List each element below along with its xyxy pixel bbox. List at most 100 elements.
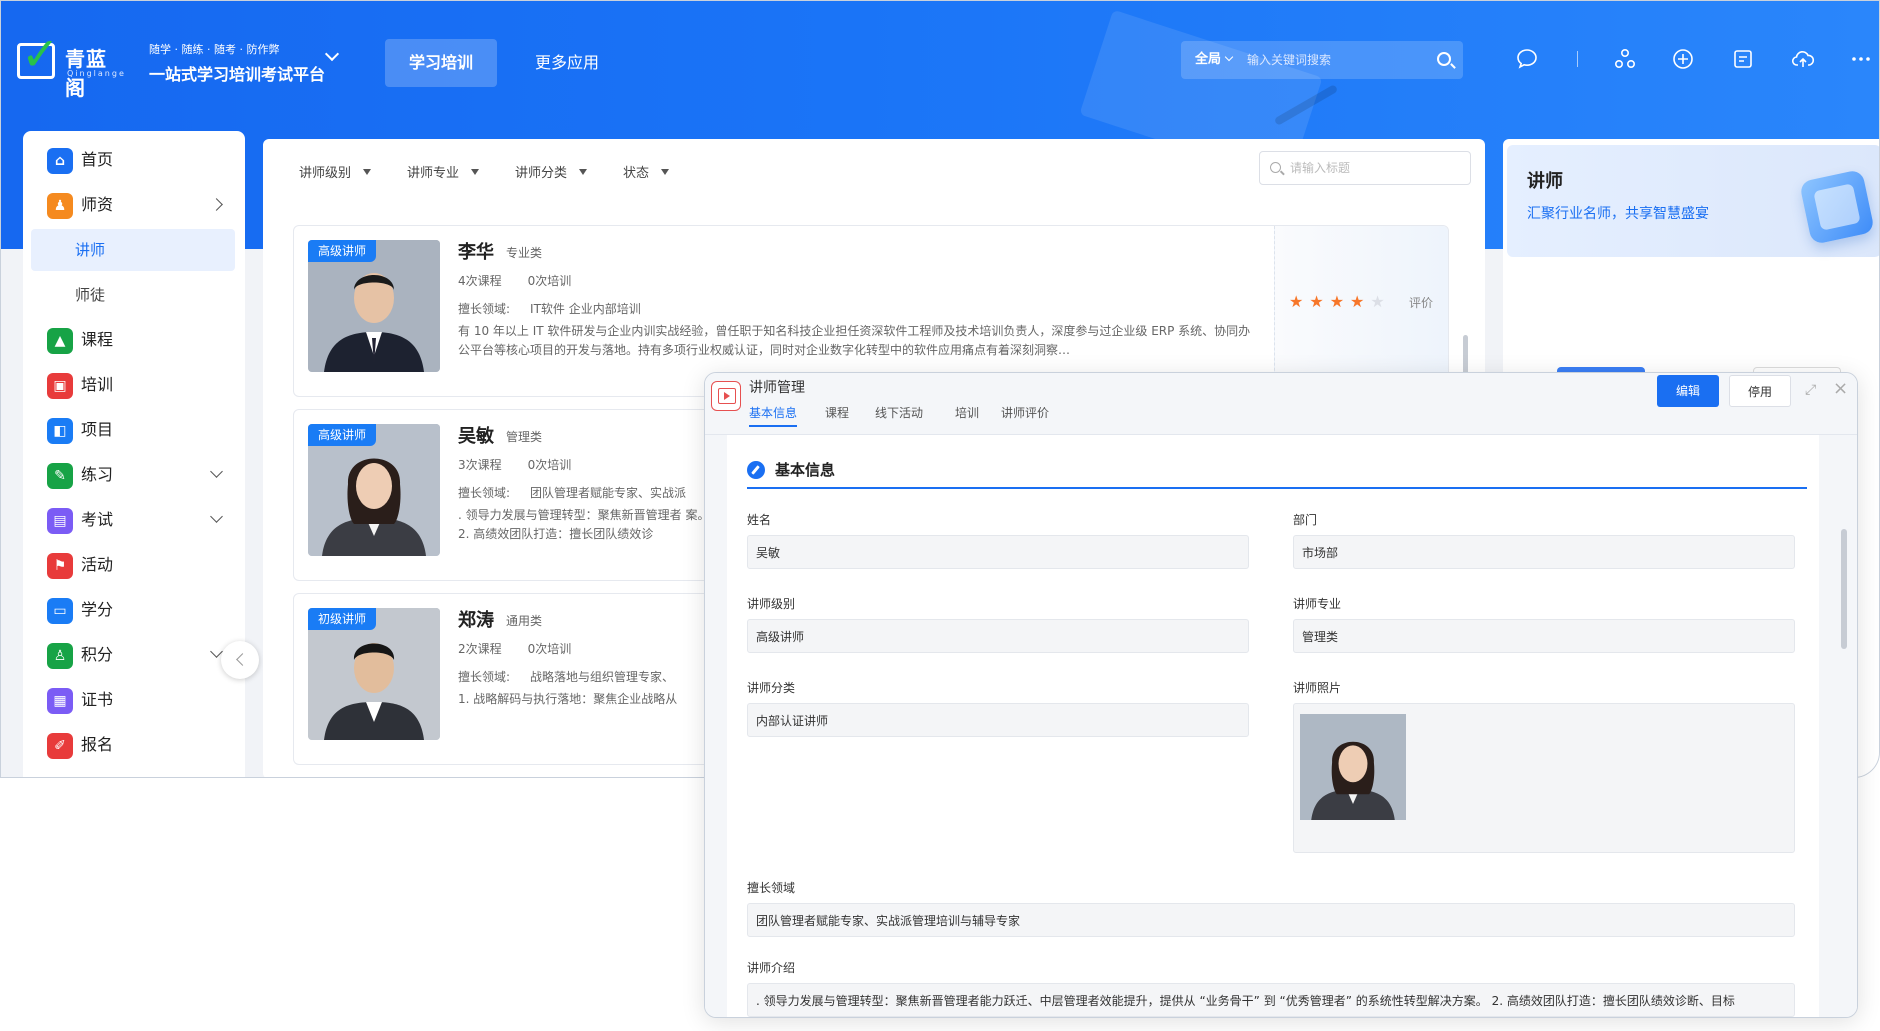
photo-field[interactable]: [1293, 703, 1795, 853]
filter-lecturer-level[interactable]: 讲师级别: [299, 159, 372, 189]
calculator-illustration-icon: [1799, 169, 1875, 245]
sidebar-item-certificate[interactable]: ▦ 证书: [23, 679, 245, 721]
expand-icon[interactable]: ⤢: [1805, 383, 1819, 397]
sidebar-item-training[interactable]: ▣ 培训: [23, 364, 245, 406]
sidebar-item-project[interactable]: ◧ 项目: [23, 409, 245, 451]
sidebar-item-home[interactable]: ⌂ 首页: [23, 139, 245, 181]
filter-lecturer-class[interactable]: 讲师分类: [515, 159, 588, 189]
expertise-label: 擅长领域: [747, 881, 796, 895]
star-empty-icon: ★: [1370, 292, 1391, 311]
star-icon: ★: [1309, 292, 1330, 311]
caret-down-icon: [661, 169, 670, 175]
field-value: IT软件 企业内部培训: [530, 302, 641, 316]
detail-tab-basic-info[interactable]: 基本信息: [749, 399, 798, 427]
platform-slogan: 随学 · 随练 · 随考 · 防作弊 一站式学习培训考试平台: [149, 41, 325, 85]
level-badge: 高级讲师: [308, 240, 377, 262]
lecturer-name[interactable]: 李华: [458, 238, 494, 264]
detail-form: 基本信息 姓名 吴敏 部门 市场部 讲师级别 高级讲师 讲师专业 管理类 讲师分…: [727, 435, 1819, 1017]
detail-tab-courses[interactable]: 课程: [825, 399, 849, 427]
sidebar-item-course[interactable]: ▲ 课程: [23, 319, 245, 361]
sidebar-item-label: 考试: [81, 510, 114, 529]
search-icon[interactable]: [1437, 52, 1451, 66]
caret-down-icon: [363, 169, 372, 175]
slogan-line-2: 一站式学习培训考试平台: [149, 65, 326, 84]
sidebar-item-credits[interactable]: ▭ 学分: [23, 589, 245, 631]
lecturer-field: 擅长领域: 战略落地与组织管理专家、: [458, 668, 674, 685]
nav-tab-more-apps[interactable]: 更多应用: [511, 39, 623, 87]
lecturer-name[interactable]: 郑涛: [458, 606, 494, 632]
more-icon[interactable]: [1849, 47, 1873, 71]
global-search-input[interactable]: [1247, 41, 1427, 79]
lecturer-detail-window: 讲师管理 基本信息 课程 线下活动 培训 讲师评价 编辑 停用 ⤢ × 基本信息…: [704, 372, 1858, 1018]
add-circle-icon[interactable]: [1671, 47, 1695, 71]
field-label: 擅长领域:: [458, 486, 511, 500]
task-icon[interactable]: [1731, 47, 1755, 71]
nav-tab-learning-training[interactable]: 学习培训: [385, 39, 497, 87]
sidebar-item-label: 报名: [81, 735, 114, 754]
sidebar-item-points[interactable]: ♙ 积分: [23, 634, 245, 676]
department-label: 部门: [1293, 513, 1318, 527]
chevron-down-icon: [1224, 52, 1234, 62]
lecturer-name[interactable]: 吴敏: [458, 422, 494, 448]
detail-scrollbar[interactable]: [1841, 529, 1847, 649]
sidebar-item-mentorship[interactable]: 师徒: [23, 274, 245, 316]
platform-switch-chevron-icon[interactable]: [324, 46, 340, 62]
close-icon[interactable]: ×: [1833, 380, 1849, 398]
video-app-icon: [711, 381, 741, 411]
star-icon: ★: [1329, 292, 1351, 311]
detail-header: 讲师管理 基本信息 课程 线下活动 培训 讲师评价 编辑 停用 ⤢ ×: [705, 373, 1857, 435]
expertise-field[interactable]: 团队管理者赋能专家、实战派管理培训与辅导专家: [747, 903, 1795, 937]
edit-button[interactable]: 编辑: [1657, 375, 1719, 407]
field-value: 团队管理者赋能专家、实战派: [530, 486, 687, 500]
apps-icon[interactable]: [1613, 47, 1637, 71]
sidebar: ⌂ 首页 ♟ 师资 讲师 师徒 ▲ 课程 ▣ 培训 ◧ 项目 ✎ 练习 ▤ 考试…: [23, 131, 245, 777]
rating-label[interactable]: 评价: [1409, 294, 1433, 311]
upload-icon[interactable]: [1791, 47, 1815, 71]
slogan-line-1: 随学 · 随练 · 随考 · 防作弊: [149, 43, 280, 56]
sidebar-item-exam[interactable]: ▤ 考试: [23, 499, 245, 541]
department-field[interactable]: 市场部: [1293, 535, 1795, 569]
filter-label: 状态: [623, 166, 650, 181]
detail-tab-training[interactable]: 培训: [955, 399, 979, 427]
training-count: 0次培训: [527, 642, 572, 656]
edit-pen-icon: [747, 461, 765, 479]
sidebar-collapse-button[interactable]: [221, 641, 259, 679]
sidebar-item-practice[interactable]: ✎ 练习: [23, 454, 245, 496]
detail-tab-offline-activities[interactable]: 线下活动: [875, 399, 923, 427]
major-field[interactable]: 管理类: [1293, 619, 1795, 653]
level-field[interactable]: 高级讲师: [747, 619, 1249, 653]
sidebar-item-lecturer[interactable]: 讲师: [31, 229, 235, 271]
sidebar-item-activity[interactable]: ⚑ 活动: [23, 544, 245, 586]
classification-label: 讲师分类: [747, 681, 796, 695]
detail-tab-reviews[interactable]: 讲师评价: [1001, 399, 1049, 427]
sidebar-item-signup[interactable]: ✐ 报名: [23, 724, 245, 766]
filter-status[interactable]: 状态: [623, 159, 670, 189]
chevron-down-icon: [210, 510, 223, 523]
photo-label: 讲师照片: [1293, 681, 1342, 695]
sidebar-item-label: 首页: [81, 150, 114, 169]
chat-icon[interactable]: [1515, 47, 1539, 71]
chevron-down-icon: [210, 465, 223, 478]
field-label: 擅长领域:: [458, 670, 511, 684]
intro-field[interactable]: . 领导力发展与管理转型：聚焦新晋管理者能力跃迁、中层管理者效能提升，提供从 “…: [747, 983, 1795, 1017]
name-field[interactable]: 吴敏: [747, 535, 1249, 569]
app-logo[interactable]: ✓ 青蓝阁 Qinglange: [17, 31, 127, 100]
search-scope-select[interactable]: 全局: [1195, 41, 1234, 79]
filter-label: 讲师专业: [407, 166, 460, 181]
disable-button[interactable]: 停用: [1729, 375, 1791, 407]
title-search-input[interactable]: [1290, 152, 1460, 184]
sidebar-item-faculty[interactable]: ♟ 师资: [23, 184, 245, 226]
section-header: 基本信息: [747, 449, 1807, 489]
intro-label: 讲师介绍: [747, 961, 796, 975]
star-icon: ★: [1289, 292, 1310, 311]
lecturer-category: 管理类: [506, 430, 543, 444]
classification-field[interactable]: 内部认证讲师: [747, 703, 1249, 737]
course-count: 3次课程: [458, 458, 502, 472]
sidebar-item-label: 积分: [81, 645, 114, 664]
level-badge: 高级讲师: [308, 424, 377, 446]
chevron-right-icon: [210, 198, 223, 211]
course-icon: ▲: [47, 328, 73, 354]
search-icon: [1270, 162, 1281, 173]
sidebar-item-label: 活动: [81, 555, 114, 574]
filter-lecturer-major[interactable]: 讲师专业: [407, 159, 480, 189]
